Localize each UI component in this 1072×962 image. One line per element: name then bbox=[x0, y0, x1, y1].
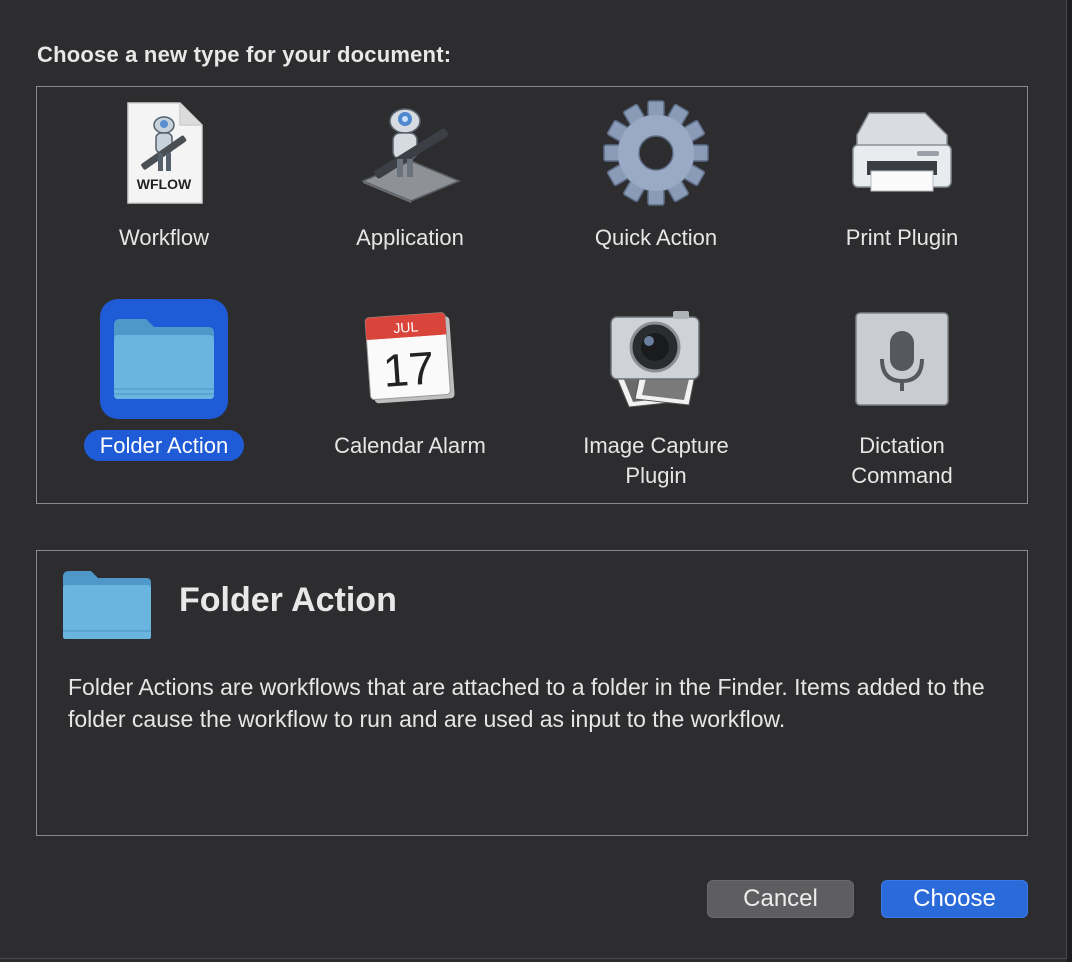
tile-label: Application bbox=[356, 225, 464, 250]
workflow-document-icon bbox=[100, 93, 228, 213]
gear-icon bbox=[592, 93, 720, 213]
folder-icon bbox=[63, 571, 151, 639]
description-title: Folder Action bbox=[179, 581, 397, 619]
printer-icon bbox=[838, 93, 966, 213]
choose-button[interactable]: Choose bbox=[881, 880, 1028, 918]
automator-robot-icon bbox=[346, 93, 474, 213]
description-panel: Folder Action Folder Actions are workflo… bbox=[36, 550, 1028, 836]
document-type-sheet: Choose a new type for your document: Wor… bbox=[0, 0, 1067, 959]
tile-label: Quick Action bbox=[594, 225, 718, 250]
tile-label: Print Plugin bbox=[845, 225, 959, 250]
tile-label-text: Folder Action bbox=[83, 430, 245, 461]
sheet-prompt: Choose a new type for your document: bbox=[37, 42, 452, 67]
camera-icon bbox=[592, 299, 720, 419]
wflow-badge-text: WFLOW bbox=[137, 176, 192, 192]
calendar-day: 17 bbox=[381, 341, 436, 396]
type-chooser-grid: Workflow WFLOW Application Quick Action … bbox=[36, 86, 1028, 504]
folder-icon bbox=[100, 299, 228, 419]
wflow-badge: WFLOW bbox=[137, 176, 192, 192]
tile-label: Image Capture Plugin bbox=[583, 433, 729, 488]
tile-label: Folder Action bbox=[41, 430, 287, 461]
description-body: Folder Actions are workflows that are at… bbox=[68, 674, 985, 732]
window-edge bbox=[1067, 0, 1072, 962]
calendar-month: JUL bbox=[393, 318, 419, 336]
microphone-icon bbox=[838, 299, 966, 419]
cancel-button[interactable]: Cancel bbox=[707, 880, 854, 918]
tile-label: Calendar Alarm bbox=[334, 433, 486, 458]
tile-label: Dictation Command bbox=[851, 433, 953, 488]
tile-label: Workflow bbox=[118, 225, 210, 250]
calendar-icon: JUL 17 bbox=[346, 299, 474, 419]
